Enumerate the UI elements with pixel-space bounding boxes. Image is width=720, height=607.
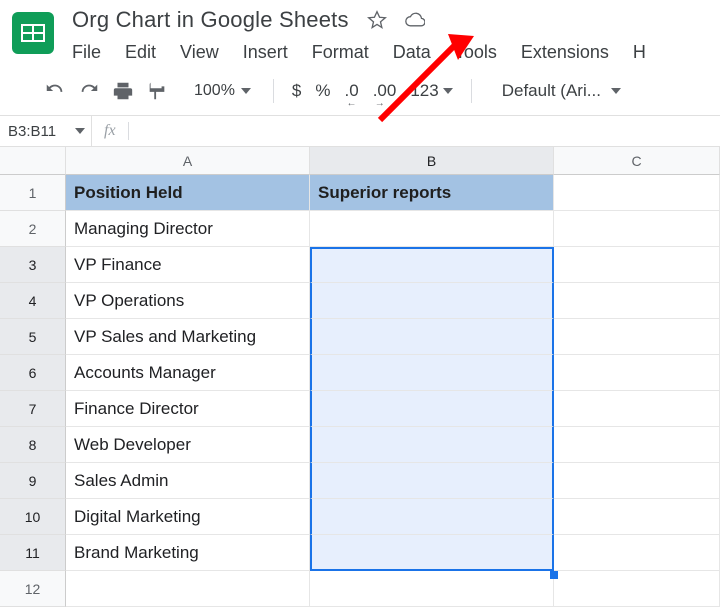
row-header[interactable]: 6 xyxy=(0,355,66,391)
chevron-down-icon xyxy=(443,88,453,94)
cell-B5[interactable] xyxy=(310,319,554,355)
cell-C4[interactable] xyxy=(554,283,720,319)
row-header[interactable]: 10 xyxy=(0,499,66,535)
cell-C3[interactable] xyxy=(554,247,720,283)
col-header-A[interactable]: A xyxy=(66,147,310,175)
chevron-down-icon xyxy=(75,128,85,134)
number-format-dropdown[interactable]: 123 xyxy=(410,81,452,101)
cell-C12[interactable] xyxy=(554,571,720,607)
cell-C2[interactable] xyxy=(554,211,720,247)
cell-B3[interactable] xyxy=(310,247,554,283)
paint-format-button[interactable] xyxy=(142,76,172,106)
menu-file[interactable]: File xyxy=(72,38,115,69)
row-header[interactable]: 1 xyxy=(0,175,66,211)
cloud-saved-icon[interactable] xyxy=(405,10,425,30)
cell-A4[interactable]: VP Operations xyxy=(66,283,310,319)
cell-B11[interactable] xyxy=(310,535,554,571)
toolbar: 100% $ % .0 ← .00 → 123 Default (Ari... xyxy=(0,69,720,115)
cell-B2[interactable] xyxy=(310,211,554,247)
cell-B9[interactable] xyxy=(310,463,554,499)
menu-insert[interactable]: Insert xyxy=(243,38,302,69)
separator xyxy=(273,79,274,103)
menu-help[interactable]: H xyxy=(633,38,660,69)
title-bar: Org Chart in Google Sheets File Edit Vie… xyxy=(0,0,720,69)
menu-extensions[interactable]: Extensions xyxy=(521,38,623,69)
row-header[interactable]: 7 xyxy=(0,391,66,427)
name-box-value: B3:B11 xyxy=(8,123,56,140)
arrow-right-icon: → xyxy=(375,98,384,109)
fx-label: fx xyxy=(92,122,128,140)
cell-A3[interactable]: VP Finance xyxy=(66,247,310,283)
cell-A2[interactable]: Managing Director xyxy=(66,211,310,247)
col-header-C[interactable]: C xyxy=(554,147,720,175)
select-all-corner[interactable] xyxy=(0,147,66,175)
cell-C5[interactable] xyxy=(554,319,720,355)
cell-C7[interactable] xyxy=(554,391,720,427)
cell-C1[interactable] xyxy=(554,175,720,211)
increase-decimal-button[interactable]: .00 → xyxy=(373,81,397,101)
cell-A10[interactable]: Digital Marketing xyxy=(66,499,310,535)
format-currency-button[interactable]: $ xyxy=(292,81,301,101)
cell-A1[interactable]: Position Held xyxy=(66,175,310,211)
cell-B7[interactable] xyxy=(310,391,554,427)
chevron-down-icon xyxy=(611,88,621,94)
cell-C11[interactable] xyxy=(554,535,720,571)
doc-title[interactable]: Org Chart in Google Sheets xyxy=(72,7,349,33)
cell-B4[interactable] xyxy=(310,283,554,319)
cell-B12[interactable] xyxy=(310,571,554,607)
formula-bar: B3:B11 fx xyxy=(0,115,720,147)
menu-tools[interactable]: Tools xyxy=(455,38,511,69)
row-header[interactable]: 2 xyxy=(0,211,66,247)
menu-data[interactable]: Data xyxy=(393,38,445,69)
format-percent-button[interactable]: % xyxy=(315,81,330,101)
menu-view[interactable]: View xyxy=(180,38,233,69)
number-format-label: 123 xyxy=(410,81,438,101)
row-header[interactable]: 3 xyxy=(0,247,66,283)
cell-A12[interactable] xyxy=(66,571,310,607)
formula-input[interactable] xyxy=(129,116,720,146)
cell-A9[interactable]: Sales Admin xyxy=(66,463,310,499)
cell-A6[interactable]: Accounts Manager xyxy=(66,355,310,391)
name-box[interactable]: B3:B11 xyxy=(0,116,92,146)
menu-format[interactable]: Format xyxy=(312,38,383,69)
zoom-value: 100% xyxy=(194,82,235,100)
cell-B8[interactable] xyxy=(310,427,554,463)
undo-button[interactable] xyxy=(40,76,70,106)
cell-C10[interactable] xyxy=(554,499,720,535)
arrow-left-icon: ← xyxy=(347,98,356,109)
zoom-dropdown[interactable]: 100% xyxy=(194,82,251,100)
star-icon[interactable] xyxy=(367,10,387,30)
row-header[interactable]: 11 xyxy=(0,535,66,571)
cell-C6[interactable] xyxy=(554,355,720,391)
menu-edit[interactable]: Edit xyxy=(125,38,170,69)
cell-A8[interactable]: Web Developer xyxy=(66,427,310,463)
font-family-label: Default (Ari... xyxy=(502,81,601,101)
chevron-down-icon xyxy=(241,88,251,94)
cell-B1[interactable]: Superior reports xyxy=(310,175,554,211)
row-header[interactable]: 4 xyxy=(0,283,66,319)
cell-C8[interactable] xyxy=(554,427,720,463)
col-header-B[interactable]: B xyxy=(310,147,554,175)
row-header[interactable]: 8 xyxy=(0,427,66,463)
redo-button[interactable] xyxy=(74,76,104,106)
spreadsheet-grid: A B C 1 Position Held Superior reports 2… xyxy=(0,147,720,607)
decrease-decimal-button[interactable]: .0 ← xyxy=(345,81,359,101)
cell-A5[interactable]: VP Sales and Marketing xyxy=(66,319,310,355)
cell-A11[interactable]: Brand Marketing xyxy=(66,535,310,571)
print-button[interactable] xyxy=(108,76,138,106)
separator xyxy=(471,79,472,103)
cell-C9[interactable] xyxy=(554,463,720,499)
cell-B6[interactable] xyxy=(310,355,554,391)
row-header[interactable]: 9 xyxy=(0,463,66,499)
row-header[interactable]: 5 xyxy=(0,319,66,355)
row-header[interactable]: 12 xyxy=(0,571,66,607)
font-family-dropdown[interactable]: Default (Ari... xyxy=(502,81,621,101)
cell-A7[interactable]: Finance Director xyxy=(66,391,310,427)
menu-bar: File Edit View Insert Format Data Tools … xyxy=(72,38,670,69)
cell-B10[interactable] xyxy=(310,499,554,535)
sheets-logo-icon[interactable] xyxy=(12,12,54,54)
